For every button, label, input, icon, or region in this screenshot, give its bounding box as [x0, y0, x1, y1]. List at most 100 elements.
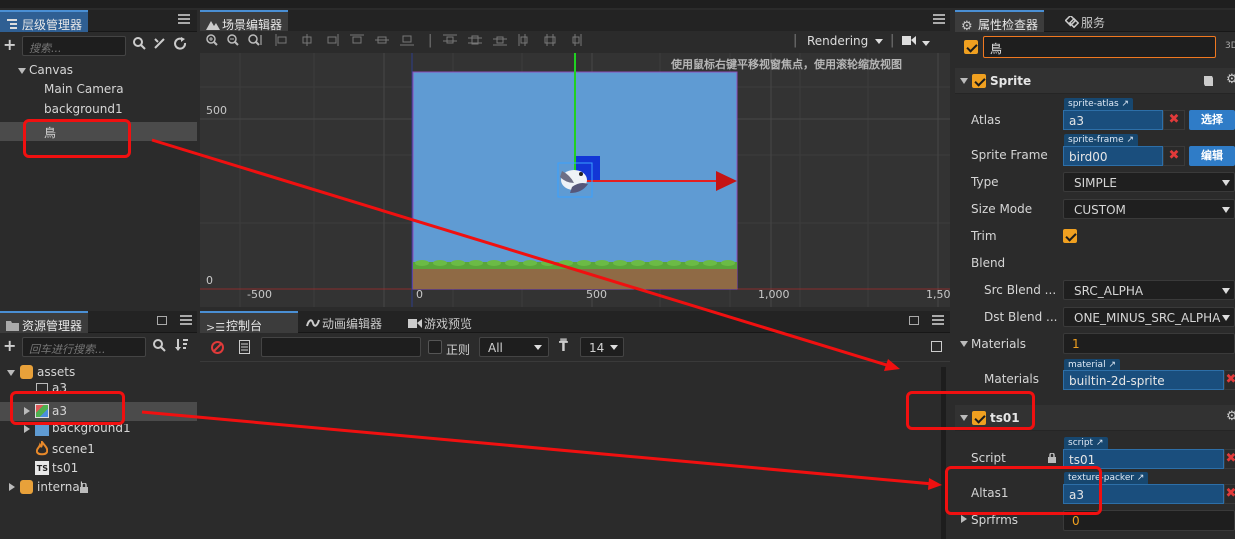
align-left-icon[interactable] [275, 34, 289, 50]
distribute-bottom-icon[interactable] [493, 34, 507, 50]
tab-console[interactable]: >☰控制台 [200, 311, 298, 334]
tree-item-background1[interactable]: background1 [0, 424, 197, 437]
node-name-input[interactable]: 鳥 [983, 36, 1216, 58]
assets-search-input[interactable]: 回车进行搜索... [22, 337, 146, 357]
tab-hierarchy[interactable]: 层级管理器 [0, 10, 89, 32]
tab-game-preview[interactable]: 游戏预览 [402, 311, 478, 333]
settings-gear-icon[interactable]: ⚙ [1226, 72, 1235, 87]
tab-services[interactable]: 服务 [1059, 10, 1111, 32]
tree-item-scene1[interactable]: scene1 [0, 439, 197, 459]
type-select[interactable]: SIMPLE [1063, 172, 1235, 192]
distribute-left-icon[interactable] [518, 34, 532, 50]
tab-inspector-label: 属性检查器 [978, 18, 1039, 32]
scene-viewport[interactable]: 使用鼠标右键平移视窗焦点，使用滚轮缩放视图 500 0 -500 0 500 1… [200, 53, 950, 307]
console-float-icon[interactable] [909, 316, 919, 325]
distribute-top-icon[interactable] [443, 34, 457, 50]
tree-item-main-camera[interactable]: Main Camera [0, 80, 197, 99]
camera-icon[interactable] [902, 35, 916, 50]
sprite-section-header[interactable]: Sprite ⚙ [955, 68, 1235, 94]
tab-scene[interactable]: 场景编辑器 [200, 10, 289, 32]
size-mode-select[interactable]: CUSTOM [1063, 199, 1235, 219]
expand-arrow-icon[interactable] [7, 370, 15, 376]
align-right-icon[interactable] [325, 34, 339, 50]
regex-checkbox[interactable] [428, 340, 442, 354]
clear-icon[interactable] [211, 341, 224, 357]
camera-chevron-icon[interactable] [922, 41, 930, 46]
refresh-icon[interactable] [174, 37, 187, 54]
materials-expand-icon[interactable] [960, 341, 968, 347]
sprite-frame-edit-button[interactable]: 编辑 [1189, 146, 1235, 166]
expand-arrow-icon[interactable] [9, 483, 15, 491]
materials-count-input[interactable]: 1 [1063, 333, 1235, 354]
zoom-out-icon[interactable] [227, 34, 239, 50]
tree-item-canvas[interactable]: Canvas [0, 61, 197, 80]
align-bottom-icon[interactable] [400, 34, 414, 50]
align-middle-v-icon[interactable] [375, 34, 389, 50]
tree-item-background1[interactable]: background1 [0, 100, 197, 119]
tree-item-assets[interactable]: assets [0, 363, 197, 382]
hierarchy-menu-icon[interactable] [178, 14, 190, 24]
script-tag[interactable]: script ↗ [1064, 437, 1108, 449]
axis-label-y0: 0 [206, 274, 213, 287]
font-size-select[interactable]: 14 [580, 337, 624, 357]
tab-console-label: 控制台 [226, 319, 263, 333]
node-active-checkbox[interactable] [964, 40, 978, 54]
distribute-middle-icon[interactable] [468, 34, 482, 50]
collapse-box-icon[interactable] [931, 341, 942, 352]
script-clear-button[interactable]: ✖ [1224, 449, 1235, 469]
search-icon[interactable] [153, 339, 166, 356]
sprfrms-expand-icon[interactable] [961, 515, 967, 523]
tree-item-ts01[interactable]: TS ts01 [0, 459, 197, 478]
tree-item-label: ts01 [52, 461, 79, 475]
sprite-enabled-checkbox[interactable] [972, 74, 986, 88]
material-clear-button[interactable]: ✖ [1224, 370, 1235, 390]
trim-checkbox[interactable] [1063, 229, 1077, 243]
sprite-atlas-tag[interactable]: sprite-atlas ↗ [1064, 98, 1134, 110]
align-top-icon[interactable] [350, 34, 364, 50]
tree-item-label: Main Camera [44, 82, 124, 96]
material-asset-field[interactable]: builtin-2d-sprite [1063, 370, 1224, 390]
console-menu-icon[interactable] [932, 315, 944, 325]
src-blend-select[interactable]: SRC_ALPHA [1063, 280, 1235, 300]
texture-icon [35, 424, 49, 436]
distribute-center-icon[interactable] [543, 34, 557, 50]
sprite-frame-tag[interactable]: sprite-frame ↗ [1064, 134, 1139, 146]
atlas-clear-button[interactable]: ✖ [1163, 110, 1185, 130]
atlas1-clear-button[interactable]: ✖ [1224, 484, 1235, 504]
atlas-select-button[interactable]: 选择 [1189, 110, 1235, 130]
assets-toolbar: + 回车进行搜索... [0, 334, 197, 358]
add-node-icon[interactable]: + [3, 35, 16, 54]
hierarchy-search-input[interactable]: 搜索... [22, 36, 126, 56]
add-asset-icon[interactable]: + [3, 336, 16, 355]
scene-menu-icon[interactable] [933, 14, 945, 24]
atlas-asset-field[interactable]: a3 [1063, 110, 1163, 130]
console-output[interactable] [200, 361, 950, 539]
collapse-icon[interactable] [153, 37, 166, 54]
sort-icon[interactable] [175, 338, 188, 355]
tree-item-internal[interactable]: internal [0, 478, 197, 497]
mode-3d-label[interactable]: 3D [1225, 41, 1235, 51]
document-icon[interactable] [239, 340, 250, 357]
zoom-reset-icon[interactable] [248, 34, 262, 50]
assets-float-icon[interactable] [157, 316, 167, 325]
tab-animation[interactable]: 动画编辑器 [300, 311, 388, 333]
tab-services-label: 服务 [1081, 16, 1106, 30]
log-level-select[interactable]: All [479, 337, 549, 357]
expand-arrow-icon[interactable] [18, 68, 26, 74]
tab-assets[interactable]: 资源管理器 [0, 311, 89, 333]
sprite-frame-clear-button[interactable]: ✖ [1163, 146, 1185, 166]
expand-arrow-icon[interactable] [24, 425, 30, 433]
tab-inspector[interactable]: ⚙ 属性检查器 [955, 10, 1045, 34]
zoom-in-icon[interactable] [206, 34, 218, 50]
console-filter-input[interactable] [261, 337, 421, 357]
dst-blend-select[interactable]: ONE_MINUS_SRC_ALPHA [1063, 307, 1235, 327]
render-mode-select[interactable]: Rendering [807, 34, 883, 50]
assets-menu-icon[interactable] [180, 315, 192, 325]
search-icon[interactable] [133, 37, 146, 54]
settings-gear-icon[interactable]: ⚙ [1226, 409, 1235, 424]
distribute-right-icon[interactable] [568, 34, 582, 50]
align-center-h-icon[interactable] [300, 34, 314, 50]
book-icon[interactable] [1203, 75, 1214, 90]
sprite-frame-asset-field[interactable]: bird00 [1063, 146, 1163, 166]
collapse-arrow-icon[interactable] [960, 78, 968, 84]
